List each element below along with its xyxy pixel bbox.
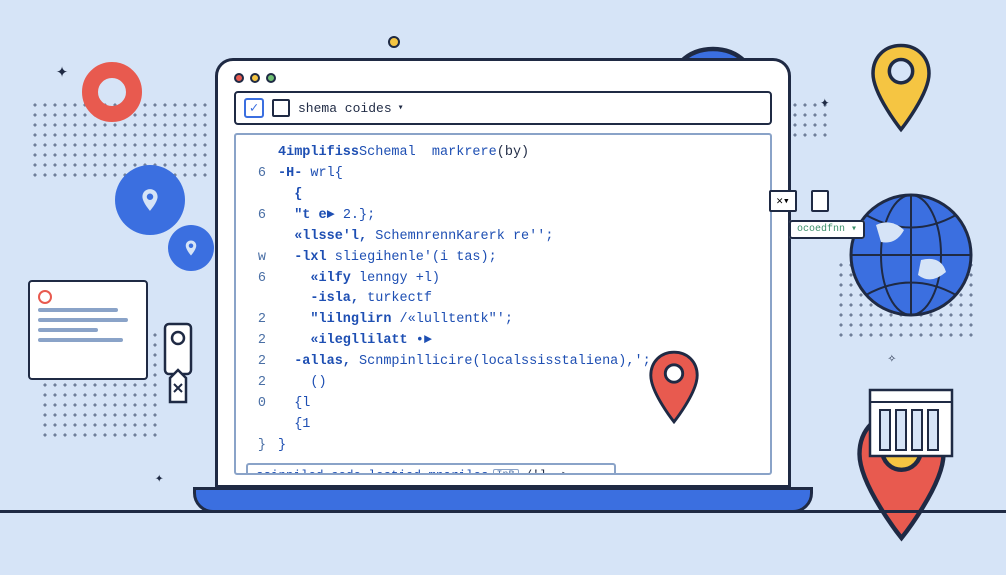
bottom-field[interactable]: ssinpiled code loctiad mnariles InB /'l … — [246, 463, 616, 475]
key-icon — [155, 320, 205, 410]
sparkle-icon: ✦ — [155, 470, 163, 487]
dot-icon — [388, 36, 400, 48]
side-label[interactable]: ocoedfnn ▾ — [789, 220, 865, 239]
toolbar: ✓ shema coides ▾ — [234, 91, 772, 125]
maximize-icon[interactable] — [266, 73, 276, 83]
mini-box[interactable] — [811, 190, 829, 212]
code-line: 6-H- wrl{ — [246, 164, 760, 185]
sparkle-icon: ✦ — [56, 58, 68, 84]
building-icon — [866, 380, 956, 460]
map-pin-icon — [866, 40, 936, 135]
code-line: 2 "lilnglirn /«lulltentk"'; — [246, 310, 760, 331]
close-icon[interactable] — [234, 73, 244, 83]
code-line: «llsse'l, SchemnrennKarerk re''; — [246, 227, 760, 248]
bubble-icon — [115, 165, 185, 235]
ring-icon — [82, 62, 142, 122]
map-pin-icon — [645, 348, 703, 426]
dropdown[interactable]: shema coides ▾ — [298, 101, 404, 116]
globe-icon — [846, 190, 976, 320]
minimize-icon[interactable] — [250, 73, 260, 83]
mini-box[interactable]: ✕▾ — [769, 190, 797, 212]
code-line: w -lxl sliegihenle'(i tas); — [246, 248, 760, 269]
dropdown-label: shema coides — [298, 101, 392, 116]
code-line: -isla, turkectf — [246, 289, 760, 310]
bottom-text: ssinpiled code loctiad mnariles — [256, 469, 489, 475]
sparkle-icon: ✧ — [888, 350, 896, 367]
document-card-icon — [28, 280, 148, 380]
code-line: 6 "t e► 2.}; — [246, 206, 760, 227]
sparkle-icon: ✦ — [820, 92, 830, 112]
bottom-suffix: /'l =► — [525, 469, 570, 475]
code-line: }} — [246, 436, 760, 457]
window-controls — [234, 73, 772, 83]
side-panel: ✕▾ — [769, 190, 829, 212]
checkbox-empty[interactable] — [272, 99, 290, 117]
chevron-down-icon: ▾ — [398, 102, 404, 114]
bubble-icon — [168, 225, 214, 271]
side-label-row: ocoedfnn ▾ — [789, 218, 865, 236]
checkbox-checked[interactable]: ✓ — [244, 98, 264, 118]
code-line: 4implifissSchemal markrere(by) — [246, 143, 760, 164]
laptop-screen: ✓ shema coides ▾ 4implifissSchemal markr… — [215, 58, 791, 488]
tag: InB — [493, 469, 519, 475]
code-line: { — [246, 185, 760, 206]
code-line: 6 «ilfy lenngy +l) — [246, 269, 760, 290]
laptop: ✓ shema coides ▾ 4implifissSchemal markr… — [215, 58, 791, 513]
laptop-base — [193, 487, 813, 513]
